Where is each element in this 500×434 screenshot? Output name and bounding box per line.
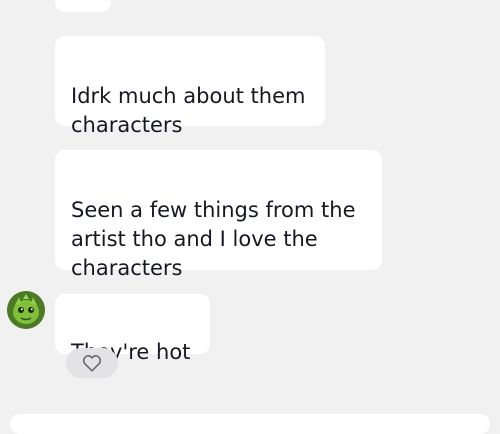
like-button[interactable]	[66, 348, 118, 378]
message-bubble[interactable]: Seen a few things from the artist tho an…	[55, 150, 382, 280]
avatar[interactable]	[7, 291, 45, 329]
green-creature-avatar-icon	[7, 291, 45, 329]
message-input-card[interactable]	[10, 414, 490, 434]
message-text: Seen a few things from the artist tho an…	[71, 198, 356, 280]
message-bubble[interactable]: They're hot	[55, 294, 210, 364]
message-bubble[interactable]: Idrk much about them characters	[55, 36, 325, 137]
message-text: Idrk much about them characters	[71, 84, 306, 137]
message-input-bar-edge	[0, 410, 500, 434]
heart-outline-icon	[82, 355, 102, 372]
message-bubble-partial	[55, 0, 111, 12]
